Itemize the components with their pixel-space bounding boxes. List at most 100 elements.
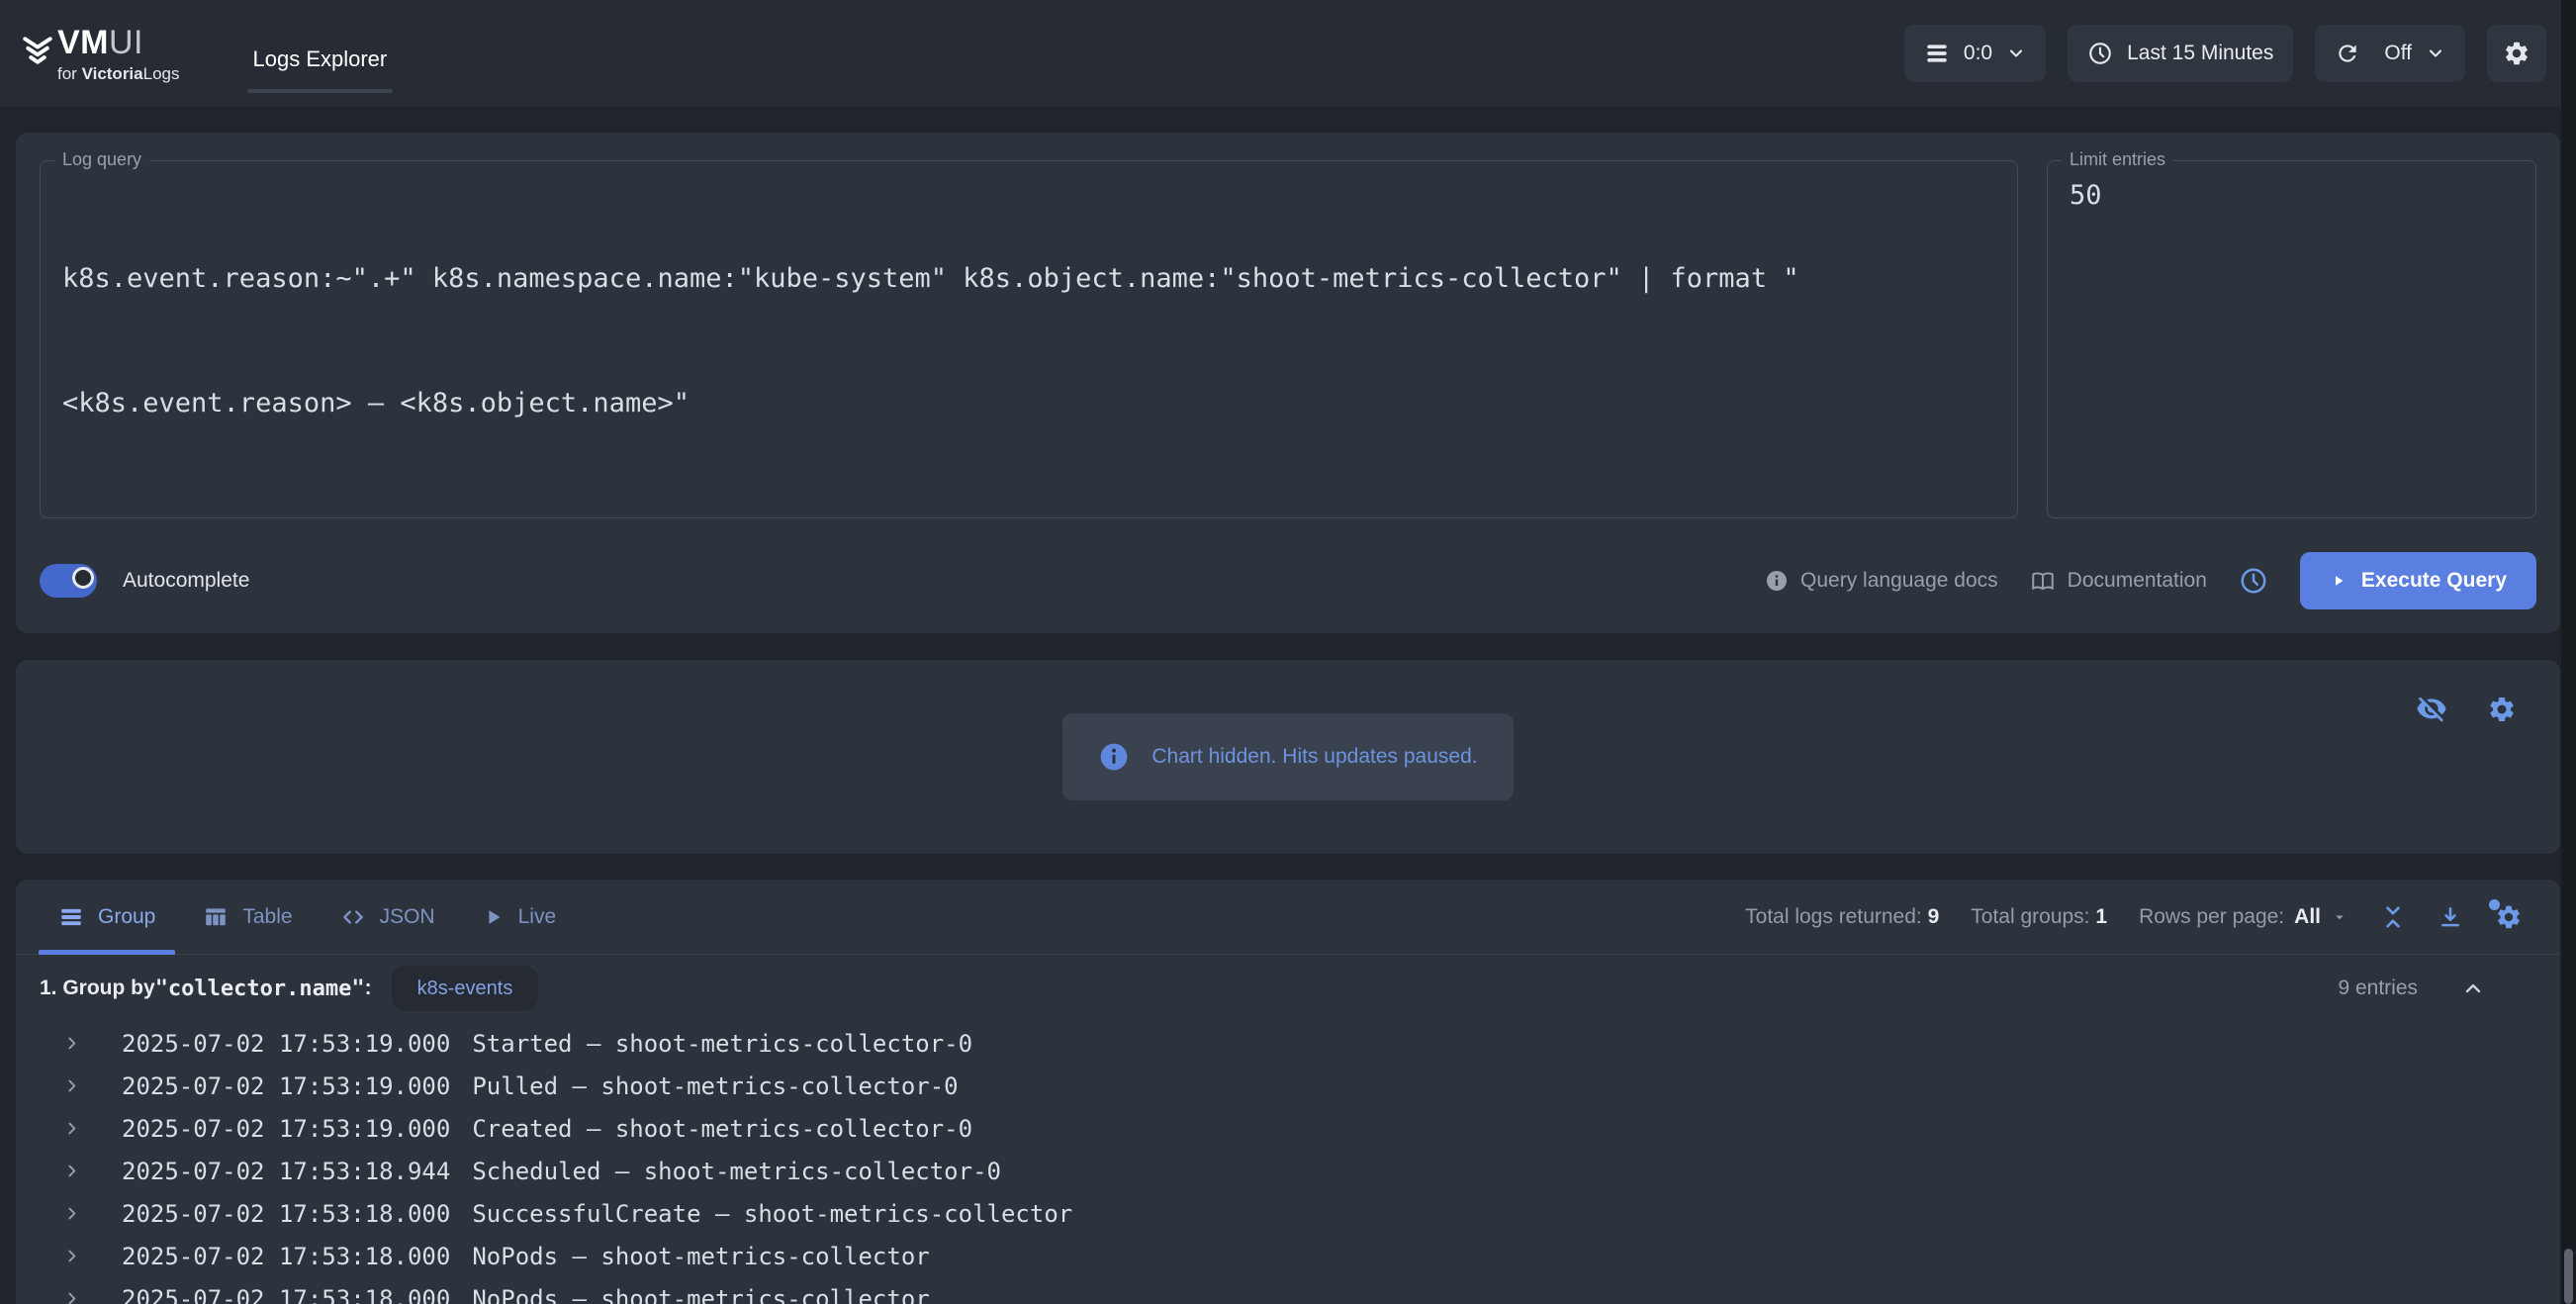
query-history-icon[interactable] (2239, 566, 2268, 596)
scrollbar-thumb[interactable] (2564, 1249, 2573, 1304)
clock-icon (2087, 41, 2113, 66)
chevron-down-icon (2331, 908, 2348, 926)
log-message: Pulled – shoot-metrics-collector-0 (472, 1072, 958, 1100)
query-panel: Log query k8s.event.reason:~".+" k8s.nam… (16, 133, 2560, 633)
limit-entries-input[interactable]: Limit entries 50 (2047, 160, 2536, 518)
tenant-list-icon (1924, 41, 1950, 66)
vm-logo-icon (20, 34, 55, 69)
log-query-input[interactable]: Log query k8s.event.reason:~".+" k8s.nam… (40, 160, 2018, 518)
results-settings-gear-icon[interactable] (2495, 903, 2523, 931)
brand-ui: UI (109, 24, 143, 61)
chevron-right-icon[interactable] (63, 1077, 80, 1094)
chevron-right-icon[interactable] (63, 1120, 80, 1137)
log-timestamp: 2025-07-02 17:53:18.000 (122, 1285, 450, 1304)
refresh-icon[interactable] (2335, 41, 2360, 66)
log-row[interactable]: 2025-07-02 17:53:19.000 Created – shoot-… (16, 1107, 2560, 1150)
total-groups-stat: Total groups: 1 (1971, 905, 2107, 929)
group-title-colon: : (365, 977, 372, 1000)
group-value-badge[interactable]: k8s-events (392, 966, 539, 1011)
tab-group[interactable]: Group (39, 880, 175, 954)
log-list: 2025-07-02 17:53:19.000 Started – shoot-… (16, 1016, 2560, 1304)
tenant-value: 0:0 (1964, 42, 1992, 65)
query-language-docs-link[interactable]: Query language docs (1765, 569, 1998, 593)
results-stats: Total logs returned: 9 Total groups: 1 R… (1745, 903, 2523, 931)
gear-icon (2503, 40, 2530, 67)
tab-logs-explorer[interactable]: Logs Explorer (237, 0, 404, 107)
results-panel: Group Table JSON (16, 880, 2560, 1304)
log-message: SuccessfulCreate – shoot-metrics-collect… (472, 1200, 1072, 1228)
log-row[interactable]: 2025-07-02 17:53:19.000 Pulled – shoot-m… (16, 1065, 2560, 1107)
header-controls: 0:0 Last 15 Minutes Off (1904, 25, 2546, 82)
chevron-right-icon[interactable] (63, 1248, 80, 1264)
log-timestamp: 2025-07-02 17:53:19.000 (122, 1072, 450, 1100)
log-message: Started – shoot-metrics-collector-0 (472, 1030, 972, 1058)
log-row[interactable]: 2025-07-02 17:53:18.944 Scheduled – shoo… (16, 1150, 2560, 1192)
logs-explorer-app: VMUI for VictoriaLogs Logs Explorer 0:0 (0, 0, 2576, 1304)
book-icon (2030, 568, 2056, 594)
chart-hidden-alert-text: Chart hidden. Hits updates paused. (1151, 745, 1477, 769)
tenant-select-button[interactable]: 0:0 (1904, 25, 2046, 82)
log-row[interactable]: 2025-07-02 17:53:19.000 Started – shoot-… (16, 1022, 2560, 1065)
log-timestamp: 2025-07-02 17:53:18.944 (122, 1158, 450, 1185)
group-entries: 9 entries (2338, 977, 2485, 1000)
chevron-right-icon[interactable] (63, 1163, 80, 1179)
play-icon (2330, 572, 2347, 590)
log-message: NoPods – shoot-metrics-collector (472, 1243, 929, 1270)
chevron-right-icon[interactable] (63, 1035, 80, 1052)
log-row[interactable]: 2025-07-02 17:53:18.000 SuccessfulCreate… (16, 1192, 2560, 1235)
time-range-button[interactable]: Last 15 Minutes (2068, 25, 2293, 82)
log-row[interactable]: 2025-07-02 17:53:18.000 NoPods – shoot-m… (16, 1277, 2560, 1304)
log-row[interactable]: 2025-07-02 17:53:18.000 NoPods – shoot-m… (16, 1235, 2560, 1277)
download-icon[interactable] (2438, 904, 2463, 930)
chevron-down-icon (2426, 44, 2445, 63)
execute-query-button[interactable]: Execute Query (2300, 552, 2536, 609)
collapse-all-icon[interactable] (2380, 904, 2406, 930)
limit-entries-value: 50 (2070, 175, 2514, 217)
query-line-2: <k8s.event.reason> – <k8s.object.name>" (62, 383, 1995, 424)
time-range-value: Last 15 Minutes (2127, 42, 2273, 65)
log-timestamp: 2025-07-02 17:53:18.000 (122, 1200, 450, 1228)
tab-json[interactable]: JSON (321, 880, 455, 954)
documentation-label: Documentation (2068, 569, 2207, 593)
global-settings-button[interactable] (2487, 25, 2546, 82)
chevron-up-icon[interactable] (2461, 977, 2485, 1000)
play-icon (483, 906, 505, 928)
tab-logs-explorer-label: Logs Explorer (253, 47, 388, 72)
chevron-right-icon[interactable] (63, 1205, 80, 1222)
log-timestamp: 2025-07-02 17:53:19.000 (122, 1115, 450, 1143)
autocomplete-toggle[interactable] (40, 564, 97, 598)
chevron-down-icon (2006, 44, 2026, 63)
info-circle-icon (1098, 741, 1130, 773)
log-message: NoPods – shoot-metrics-collector (472, 1285, 929, 1304)
autorefresh-value: Off (2384, 42, 2412, 65)
documentation-link[interactable]: Documentation (2030, 568, 2207, 594)
brand-subtitle: for VictoriaLogs (57, 65, 180, 82)
limit-entries-label: Limit entries (2062, 149, 2173, 170)
log-timestamp: 2025-07-02 17:53:18.000 (122, 1243, 450, 1270)
autocomplete-label: Autocomplete (123, 569, 249, 593)
tab-live[interactable]: Live (463, 880, 577, 954)
view-tabs: Group Table JSON (39, 880, 584, 954)
rows-per-page-select[interactable]: Rows per page: All (2139, 905, 2348, 929)
vmui-logo[interactable]: VMUI for VictoriaLogs (20, 26, 180, 82)
tab-json-label: JSON (380, 905, 435, 929)
log-message: Scheduled – shoot-metrics-collector-0 (472, 1158, 1001, 1185)
group-list-icon (58, 904, 84, 930)
tab-table[interactable]: Table (183, 880, 312, 954)
autorefresh-control[interactable]: Off (2315, 25, 2465, 82)
log-message: Created – shoot-metrics-collector-0 (472, 1115, 972, 1143)
chart-panel: Chart hidden. Hits updates paused. (16, 660, 2560, 854)
code-icon (340, 904, 366, 930)
chart-settings-gear-icon[interactable] (2487, 694, 2517, 725)
chevron-right-icon[interactable] (63, 1290, 80, 1304)
query-line-1: k8s.event.reason:~".+" k8s.namespace.nam… (62, 258, 1995, 300)
table-icon (203, 904, 229, 930)
tab-live-label: Live (518, 905, 557, 929)
hide-chart-icon[interactable] (2416, 694, 2447, 725)
page-scrollbar[interactable] (2561, 0, 2576, 1304)
chart-hidden-alert: Chart hidden. Hits updates paused. (1062, 713, 1513, 800)
tab-table-label: Table (242, 905, 292, 929)
settings-badge-dot (2489, 899, 2500, 910)
total-logs-stat: Total logs returned: 9 (1745, 905, 1939, 929)
log-timestamp: 2025-07-02 17:53:19.000 (122, 1030, 450, 1058)
